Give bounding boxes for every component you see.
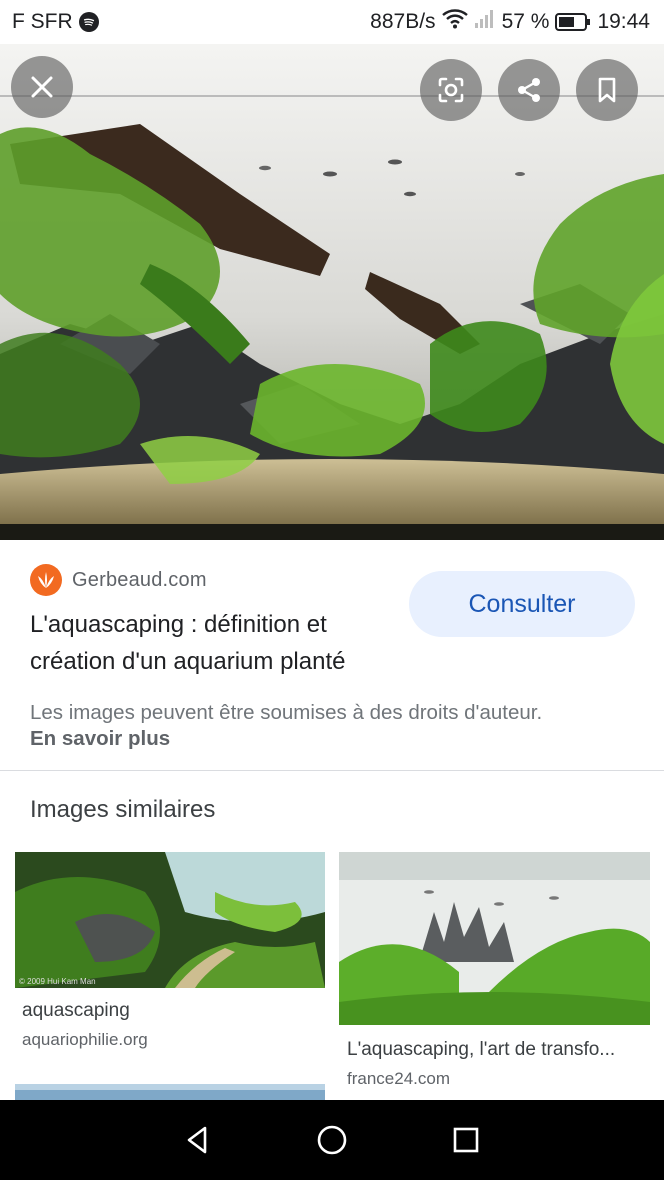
similar-image-card[interactable] <box>15 1084 325 1100</box>
similar-image-card[interactable]: L'aquascaping, l'art de transfo... franc… <box>339 852 650 1089</box>
home-icon[interactable] <box>315 1123 349 1157</box>
wifi-icon <box>441 9 468 35</box>
bookmark-icon <box>598 77 616 103</box>
similar-image-thumbnail[interactable] <box>15 1084 325 1100</box>
carrier-label: F SFR <box>12 10 73 33</box>
thumbnail-watermark: © 2009 Hui Kam Man <box>19 977 96 986</box>
recents-icon[interactable] <box>449 1123 483 1157</box>
result-info: Gerbeaud.com L'aquascaping : définition … <box>0 540 664 772</box>
signal-icon <box>474 9 496 35</box>
status-bar: F SFR 887B/s 57 % 19:44 <box>0 0 664 44</box>
share-button[interactable] <box>498 59 560 121</box>
net-speed: 887B/s <box>370 10 436 33</box>
battery-icon <box>555 12 591 32</box>
copyright-notice: Les images peuvent être soumises à des d… <box>30 701 543 724</box>
status-right: 887B/s 57 % 19:44 <box>370 9 650 35</box>
result-title[interactable]: L'aquascaping : définition et création d… <box>30 606 400 680</box>
lens-button[interactable] <box>420 59 482 121</box>
spotify-icon <box>78 12 99 32</box>
similar-image-thumbnail[interactable] <box>339 852 650 1025</box>
system-nav-bar <box>0 1100 664 1180</box>
close-icon <box>31 76 53 98</box>
similar-images-heading: Images similaires <box>30 796 216 823</box>
similar-image-domain: aquariophilie.org <box>22 1030 148 1049</box>
aquarium-photo <box>0 44 664 540</box>
source-row[interactable]: Gerbeaud.com <box>30 564 207 596</box>
source-name: Gerbeaud.com <box>72 568 207 591</box>
share-icon <box>518 78 540 102</box>
similar-image-label: aquascaping <box>22 1000 130 1021</box>
clock: 19:44 <box>597 10 650 33</box>
lens-icon <box>438 77 464 103</box>
source-logo-icon <box>30 564 62 596</box>
battery-level: 57 % <box>501 10 550 33</box>
hero-image[interactable] <box>0 44 664 540</box>
bookmark-button[interactable] <box>576 59 638 121</box>
close-button[interactable] <box>11 56 73 118</box>
similar-image-thumbnail[interactable]: © 2009 Hui Kam Man <box>15 852 325 988</box>
similar-image-label: L'aquascaping, l'art de transfo... <box>347 1039 616 1060</box>
similar-image-domain: france24.com <box>347 1069 450 1088</box>
similar-image-card[interactable]: © 2009 Hui Kam Man aquascaping aquarioph… <box>15 852 325 1050</box>
back-icon[interactable] <box>181 1123 215 1157</box>
learn-more-link[interactable]: En savoir plus <box>30 727 170 751</box>
consult-button[interactable]: Consulter <box>409 571 635 637</box>
status-left: F SFR <box>12 10 99 34</box>
section-divider <box>0 770 664 771</box>
